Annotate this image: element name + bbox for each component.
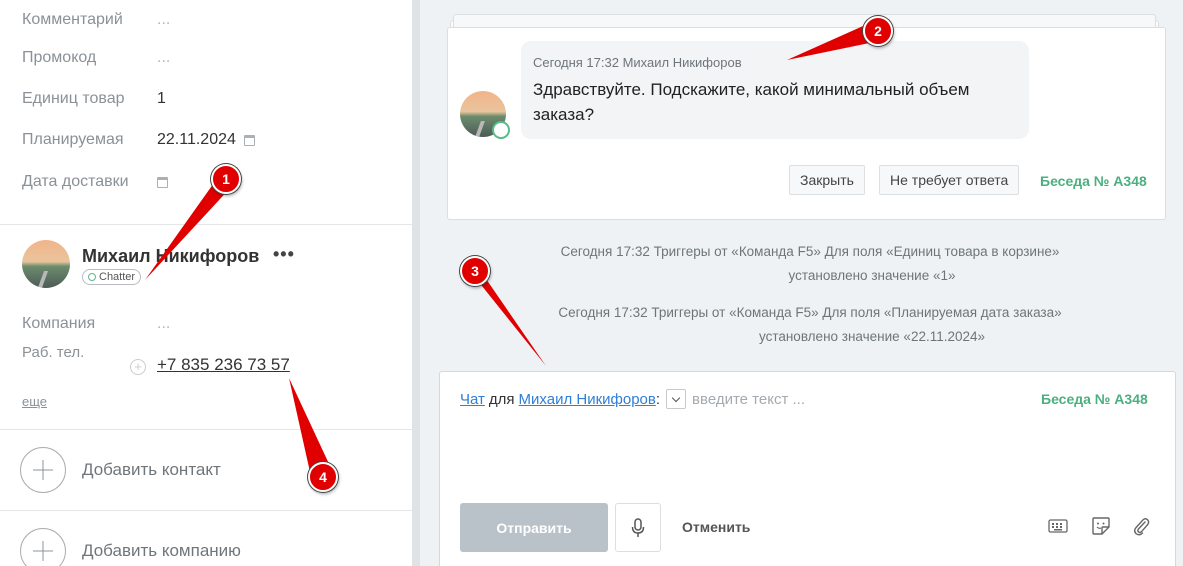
annotation-marker: 2 bbox=[863, 16, 893, 46]
annotation-marker: 3 bbox=[460, 256, 490, 286]
annotation-marker: 1 bbox=[211, 164, 241, 194]
annotation-arrow bbox=[289, 378, 330, 472]
annotation-marker: 4 bbox=[308, 462, 338, 492]
annotation-arrows bbox=[145, 22, 884, 472]
